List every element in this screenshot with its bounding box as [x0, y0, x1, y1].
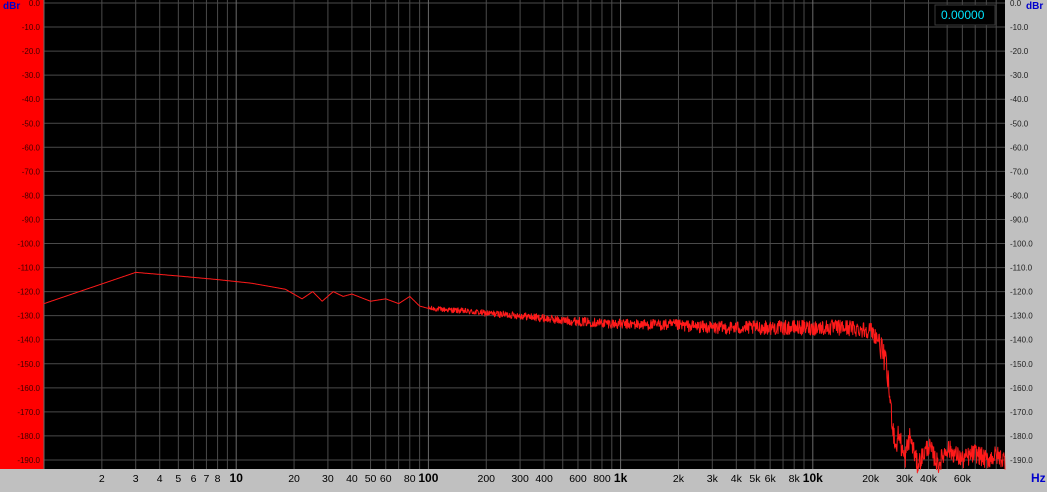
x-tick-label: 8k [789, 473, 801, 485]
y-tick-label: -90.0 [22, 215, 41, 224]
y-tick-label: -70.0 [22, 167, 41, 176]
x-tick-label: 400 [535, 473, 553, 485]
spectrum-chart: 0.0 -10.0 -20.0 -30.0 -40.0 -50.0 -60.0 -70.0 -8… [0, 0, 1047, 487]
y-tick-label: -40.0 [1010, 95, 1029, 104]
x-tick-label: 10k [803, 471, 823, 485]
plot-area[interactable] [44, 0, 1005, 469]
y-tick-label: -170.0 [17, 408, 40, 417]
y-tick-label: -20.0 [22, 47, 41, 56]
x-tick-label: 200 [477, 473, 495, 485]
readout-value: 0.00000 [941, 8, 985, 22]
x-tick-label: 600 [569, 473, 587, 485]
y-tick-label: -70.0 [1010, 167, 1029, 176]
y-tick-label: -190.0 [17, 456, 40, 465]
x-unit-label: Hz [1031, 471, 1046, 485]
x-tick-label: 3 [133, 473, 139, 485]
x-tick-label: 60 [380, 473, 392, 485]
y-unit-label-left: dBr [3, 1, 20, 12]
y-tick-label: -30.0 [1010, 71, 1029, 80]
y-tick-label: -130.0 [1010, 312, 1033, 321]
y-tick-label: -150.0 [17, 360, 40, 369]
fft-analyzer-window: 0.0 -10.0 -20.0 -30.0 -40.0 -50.0 -60.0 -70.0 -8… [0, 0, 1047, 487]
x-tick-label: 1k [614, 471, 628, 485]
x-tick-label: 60k [954, 473, 972, 485]
x-tick-label: 800 [593, 473, 611, 485]
x-tick-label: 5 [175, 473, 181, 485]
y-tick-label: -180.0 [1010, 432, 1033, 441]
y-tick-label: -170.0 [1010, 408, 1033, 417]
y-tick-label: -80.0 [22, 191, 41, 200]
y-tick-label: -120.0 [17, 288, 40, 297]
x-tick-label: 2k [673, 473, 685, 485]
y-tick-label: -60.0 [1010, 143, 1029, 152]
x-tick-label: 30 [322, 473, 334, 485]
x-tick-label: 50 [365, 473, 377, 485]
y-tick-label: -20.0 [1010, 47, 1029, 56]
y-tick-label: -30.0 [22, 71, 41, 80]
x-tick-label: 20 [288, 473, 300, 485]
y-tick-label: -80.0 [1010, 191, 1029, 200]
y-tick-label: -100.0 [1010, 240, 1033, 249]
y-tick-label: -160.0 [1010, 384, 1033, 393]
x-tick-label: 7 [204, 473, 210, 485]
x-tick-label: 30k [896, 473, 914, 485]
x-tick-label: 20k [862, 473, 880, 485]
x-tick-label: 40 [346, 473, 358, 485]
x-tick-label: 300 [511, 473, 529, 485]
y-tick-label: -150.0 [1010, 360, 1033, 369]
y-tick-label: -110.0 [18, 264, 41, 273]
y-tick-label: 0.0 [1010, 0, 1022, 8]
y-tick-label: -50.0 [1010, 119, 1029, 128]
y-tick-label: -10.0 [22, 23, 41, 32]
x-tick-label: 6 [191, 473, 197, 485]
x-tick-label: 100 [418, 471, 438, 485]
x-tick-label: 2 [99, 473, 105, 485]
y-tick-label: -110.0 [1010, 264, 1033, 273]
y-tick-label: -90.0 [1010, 215, 1029, 224]
x-tick-label: 3k [707, 473, 719, 485]
y-tick-label: -100.0 [17, 240, 40, 249]
x-tick-label: 6k [765, 473, 777, 485]
x-tick-label: 40k [920, 473, 938, 485]
y-tick-label: 0.0 [29, 0, 41, 8]
x-tick-label: 4 [157, 473, 163, 485]
y-tick-label: -140.0 [1010, 336, 1033, 345]
x-tick-label: 5k [749, 473, 761, 485]
x-tick-label: 4k [731, 473, 743, 485]
y-unit-label-right: dBr [1026, 1, 1043, 12]
y-tick-label: -190.0 [1010, 456, 1033, 465]
y-tick-label: -10.0 [1010, 23, 1029, 32]
y-tick-label: -50.0 [22, 119, 41, 128]
y-tick-label: -130.0 [17, 312, 40, 321]
x-tick-label: 10 [230, 471, 244, 485]
y-tick-label: -160.0 [17, 384, 40, 393]
y-tick-label: -60.0 [22, 143, 41, 152]
y-tick-label: -140.0 [17, 336, 40, 345]
y-tick-label: -180.0 [17, 432, 40, 441]
y-tick-label: -120.0 [1010, 288, 1033, 297]
x-tick-label: 80 [404, 473, 416, 485]
x-tick-label: 8 [215, 473, 221, 485]
y-tick-label: -40.0 [22, 95, 41, 104]
